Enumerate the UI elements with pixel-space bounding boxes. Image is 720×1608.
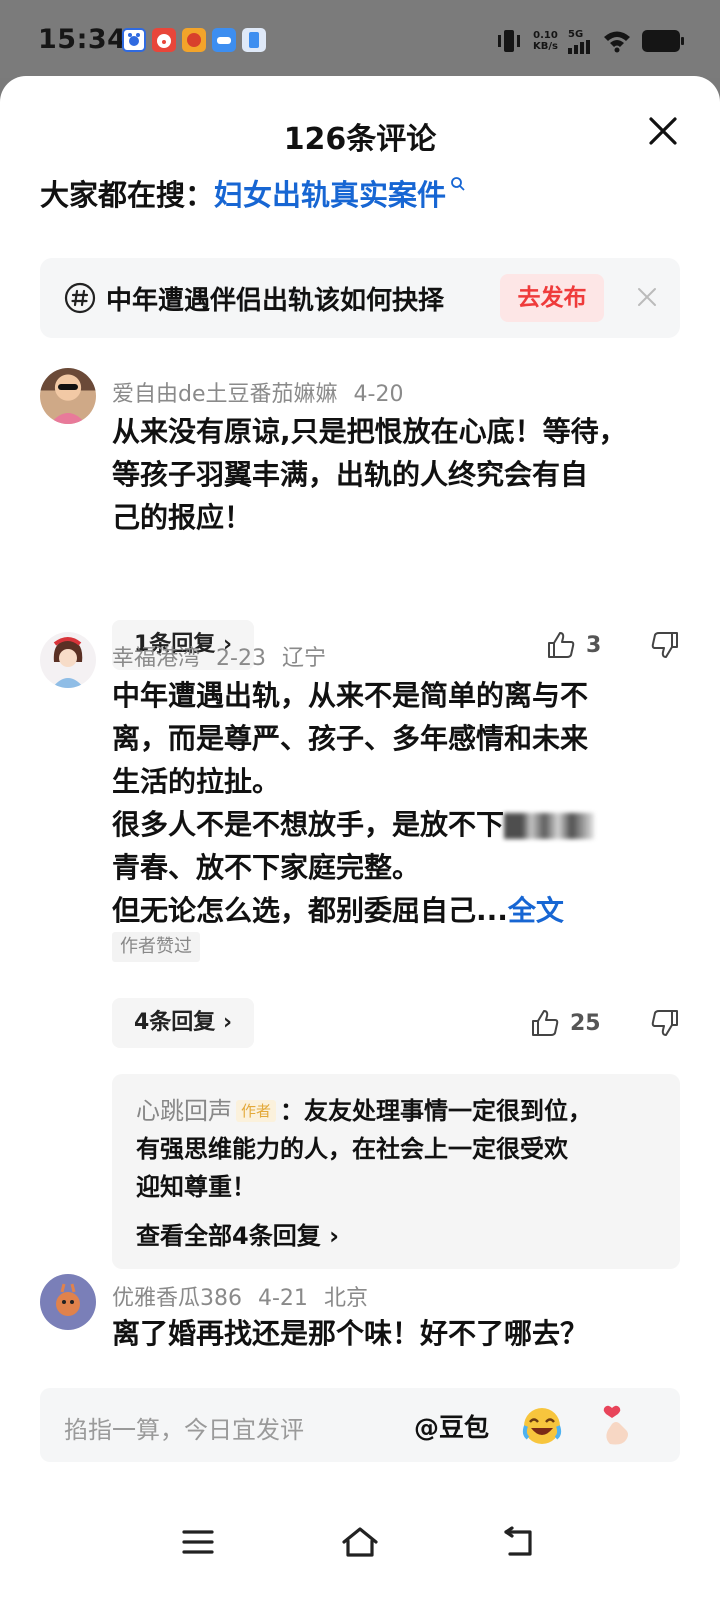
comment-line-text: 很多人不是不想放手，是放不下 bbox=[112, 808, 505, 841]
trending-search-link[interactable]: 妇女出轨真实案件 bbox=[214, 178, 446, 212]
topic-text: 中年遭遇伴侣出轨该如何抉择 bbox=[106, 286, 445, 316]
net-speed: 0.10 KB/s bbox=[533, 30, 558, 52]
comment-input-placeholder[interactable]: 掐指一算，今日宜发评 bbox=[64, 1410, 304, 1445]
view-all-label: 查看全部4条回复 bbox=[136, 1222, 321, 1250]
comment-date: 2-23 bbox=[216, 646, 266, 671]
comment-line: 己的报应！ bbox=[112, 501, 253, 534]
full-text-link[interactable]: 全文 bbox=[508, 894, 564, 927]
comment-line: 离了婚再找还是那个味！好不了哪去？ bbox=[112, 1317, 589, 1350]
comment-username[interactable]: 幸福港湾 bbox=[112, 646, 200, 671]
comment-line: 中年遭遇出轨，从来不是简单的离与不 bbox=[112, 679, 589, 712]
home-nav-icon[interactable] bbox=[340, 1524, 380, 1560]
reply-text: ：友友处理事情一定很到位， bbox=[280, 1097, 593, 1125]
replies-button[interactable]: 4条回复 › bbox=[112, 998, 255, 1048]
publish-button[interactable]: 去发布 bbox=[500, 274, 604, 322]
search-icon bbox=[451, 177, 465, 191]
comment-username[interactable]: 优雅香瓜386 bbox=[112, 1286, 242, 1311]
comment-location: 北京 bbox=[323, 1286, 368, 1311]
clown-app-icon bbox=[152, 28, 176, 52]
mention-doubao-button[interactable]: @豆包 bbox=[414, 1408, 489, 1444]
comment-date: 4-21 bbox=[258, 1286, 308, 1311]
game-app-icon bbox=[182, 28, 206, 52]
like-button[interactable]: 25 bbox=[530, 1008, 601, 1038]
thumbs-up-icon bbox=[532, 1010, 559, 1036]
trending-search-label: 大家都在搜： bbox=[40, 178, 215, 212]
comment-body: 中年遭遇出轨，从来不是简单的离与不 离，而是尊严、孩子、多年感情和未来 生活的拉… bbox=[112, 674, 684, 932]
menu-nav-icon[interactable] bbox=[178, 1524, 218, 1560]
chevron-right-icon: › bbox=[222, 1010, 233, 1035]
blurred-text bbox=[504, 813, 595, 839]
vibrate-icon bbox=[498, 30, 521, 52]
blue-app-icon bbox=[242, 28, 266, 52]
thumbs-down-icon[interactable] bbox=[650, 630, 680, 660]
comment-line-text: 但无论怎么选，都别委屈自己... bbox=[112, 894, 508, 927]
like-count: 3 bbox=[586, 632, 602, 658]
comment-meta: 优雅香瓜386 4-21 北京 bbox=[112, 1280, 384, 1312]
comment-date: 4-20 bbox=[353, 382, 404, 407]
reply-preview[interactable]: 心跳回声 作者 ：友友处理事情一定很到位， 有强思维能力的人，在社会上一定很受欢 迎… bbox=[112, 1074, 680, 1269]
avatar[interactable] bbox=[40, 632, 96, 688]
reply-line: 迎知尊重！ bbox=[136, 1173, 256, 1201]
reply-line: 心跳回声 作者 ：友友处理事情一定很到位， bbox=[136, 1092, 656, 1130]
finger-heart-emoji-icon[interactable] bbox=[596, 1404, 640, 1448]
comment-location: 辽宁 bbox=[281, 646, 326, 671]
author-liked-badge: 作者赞过 bbox=[112, 932, 200, 962]
comment-input-bar[interactable]: 掐指一算，今日宜发评 @豆包 bbox=[40, 1388, 680, 1462]
signal-type: 5G bbox=[568, 28, 584, 40]
battery-icon bbox=[642, 30, 684, 52]
topic-card[interactable]: 中年遭遇伴侣出轨该如何抉择 去发布 bbox=[40, 258, 680, 338]
view-all-replies-link[interactable]: 查看全部4条回复 › bbox=[136, 1216, 656, 1251]
author-tag: 作者 bbox=[236, 1100, 277, 1122]
comment-line: 离，而是尊严、孩子、多年感情和未来 bbox=[112, 722, 589, 755]
comment-username[interactable]: 爱自由de土豆番茄嫲嫲 bbox=[112, 382, 338, 407]
avatar[interactable] bbox=[40, 368, 96, 424]
chevron-right-icon: › bbox=[329, 1222, 339, 1250]
trending-search: 大家都在搜：妇女出轨真实案件 bbox=[40, 172, 466, 214]
comment-body: 离了婚再找还是那个味！好不了哪去？ bbox=[112, 1312, 684, 1355]
hashtag-icon bbox=[64, 282, 96, 314]
signal-bars-icon bbox=[568, 39, 590, 54]
comment-line: 从来没有原谅,只是把恨放在心底！等待， bbox=[112, 415, 627, 448]
comments-title: 126条评论 bbox=[283, 122, 437, 157]
comment-line: 生活的拉扯。 bbox=[112, 765, 281, 798]
like-count: 25 bbox=[570, 1010, 601, 1036]
status-time: 15:34 bbox=[38, 24, 127, 55]
comments-sheet: 126条评论 大家都在搜：妇女出轨真实案件 中年遭遇伴侣出轨该如何抉择 去发布 … bbox=[0, 76, 720, 1608]
game-app-icon-2 bbox=[212, 28, 236, 52]
reply-line: 有强思维能力的人，在社会上一定很受欢 bbox=[136, 1135, 568, 1163]
avatar[interactable] bbox=[40, 1274, 96, 1330]
back-nav-icon[interactable] bbox=[500, 1524, 540, 1560]
replies-count: 4条回复 bbox=[134, 1010, 216, 1035]
comment-line: 青春、放不下家庭完整。 bbox=[112, 851, 421, 884]
thumbs-down-icon[interactable] bbox=[650, 1008, 680, 1038]
like-button[interactable]: 3 bbox=[546, 630, 601, 660]
reply-author[interactable]: 心跳回声 bbox=[136, 1097, 232, 1125]
close-icon[interactable] bbox=[646, 114, 680, 148]
comment-body: 从来没有原谅,只是把恨放在心底！等待， 等孩子羽翼丰满，出轨的人终究会有自 己的… bbox=[112, 410, 684, 539]
thumbs-up-icon bbox=[548, 632, 575, 658]
dismiss-topic-icon[interactable] bbox=[636, 286, 658, 308]
signal-strength: 5G bbox=[568, 29, 592, 54]
comment-meta: 爱自由de土豆番茄嫲嫲 4-20 bbox=[112, 376, 419, 408]
baidu-app-icon bbox=[122, 28, 146, 52]
laughing-emoji-icon[interactable] bbox=[520, 1404, 564, 1448]
comment-line: 但无论怎么选，都别委屈自己...全文 bbox=[112, 889, 684, 932]
status-indicators: 0.10 KB/s 5G bbox=[495, 28, 684, 54]
wifi-icon bbox=[604, 31, 630, 53]
comment-meta: 幸福港湾 2-23 辽宁 bbox=[112, 640, 342, 672]
net-speed-value: 0.10 bbox=[533, 30, 558, 41]
notification-app-icons bbox=[122, 28, 266, 52]
comment-line: 等孩子羽翼丰满，出轨的人终究会有自 bbox=[112, 458, 589, 491]
net-speed-unit: KB/s bbox=[533, 41, 558, 52]
status-bar: 15:34 0.10 KB/s 5G bbox=[0, 0, 720, 78]
comment-line: 很多人不是不想放手，是放不下 bbox=[112, 803, 684, 846]
